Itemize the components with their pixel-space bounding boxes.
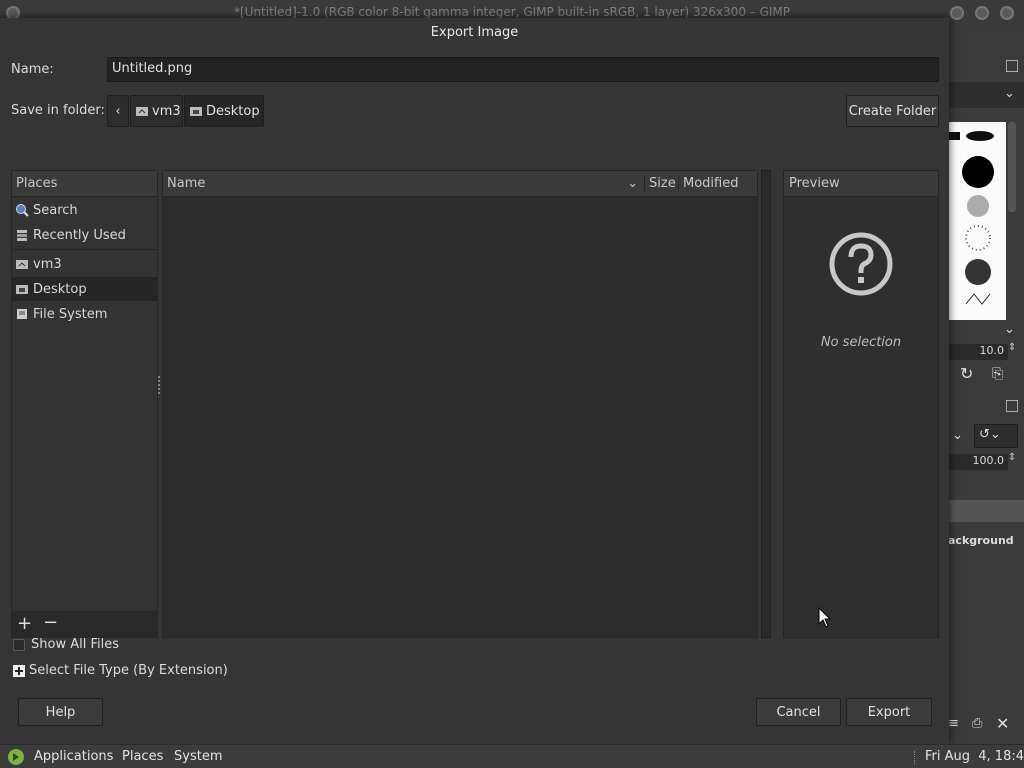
taskbar-separator bbox=[914, 751, 916, 765]
create-folder-button[interactable]: Create Folder bbox=[846, 95, 939, 127]
sidebar-item-label: vm3 bbox=[33, 256, 62, 272]
path-label: vm3 bbox=[152, 103, 181, 119]
sidebar-item-recently-used[interactable]: Recently Used bbox=[12, 223, 157, 247]
column-modified[interactable]: Modified bbox=[679, 176, 757, 191]
dock-config-icon[interactable] bbox=[1006, 400, 1018, 412]
home-folder-icon bbox=[136, 107, 148, 116]
desktop-folder-icon bbox=[16, 285, 28, 294]
filename-input[interactable]: Untitled.png bbox=[107, 57, 939, 82]
layer-name[interactable]: ackground bbox=[948, 534, 1014, 547]
maximize-button[interactable] bbox=[975, 6, 989, 20]
save-in-folder-label: Save in folder: bbox=[11, 103, 105, 118]
remove-bookmark-button[interactable]: − bbox=[43, 612, 58, 633]
spin-arrows-icon[interactable]: ⇕ bbox=[1008, 452, 1016, 463]
chevron-down-icon[interactable]: ⌄ bbox=[1004, 322, 1015, 337]
places-toolbar: + − bbox=[12, 611, 157, 637]
file-list-scrollbar[interactable] bbox=[761, 170, 771, 638]
system-menu[interactable]: System bbox=[174, 749, 222, 764]
layer-list-icon[interactable]: ≡ bbox=[948, 716, 959, 731]
brush-selector[interactable]: ⌄ bbox=[948, 82, 1024, 108]
chevron-left-icon: ‹ bbox=[115, 103, 121, 119]
expander-plus-icon bbox=[13, 664, 25, 677]
applications-menu-icon bbox=[8, 749, 24, 765]
show-all-files-checkbox[interactable] bbox=[13, 638, 25, 651]
refresh-icon[interactable]: ↻ bbox=[960, 364, 973, 383]
sort-arrow-icon: ⌄ bbox=[627, 176, 638, 191]
taskbar: Applications Places System Fri Aug 4, 18… bbox=[0, 744, 1024, 768]
preview-empty-text: No selection bbox=[820, 335, 902, 350]
question-mark-icon bbox=[829, 232, 893, 296]
sidebar-item-label: Desktop bbox=[33, 281, 87, 297]
places-separator bbox=[12, 249, 157, 250]
preview-pane: Preview No selection bbox=[783, 170, 939, 638]
places-menu[interactable]: Places bbox=[122, 749, 163, 764]
layer-header bbox=[948, 500, 1024, 522]
sidebar-item-vm3[interactable]: vm3 bbox=[12, 252, 157, 276]
export-image-dialog: Export Image Name: Untitled.png Save in … bbox=[0, 18, 949, 744]
export-button[interactable]: Export bbox=[846, 698, 932, 726]
open-as-image-icon[interactable]: ⎘ bbox=[992, 366, 1003, 382]
search-icon bbox=[16, 204, 29, 217]
dialog-title: Export Image bbox=[430, 25, 519, 40]
path-back-button[interactable]: ‹ bbox=[107, 95, 129, 127]
column-size[interactable]: Size bbox=[645, 176, 679, 191]
sidebar-item-desktop[interactable]: Desktop bbox=[12, 277, 157, 301]
chevron-down-icon: ⌄ bbox=[1004, 86, 1015, 101]
select-file-type-label: Select File Type (By Extension) bbox=[29, 663, 228, 678]
close-window-button[interactable] bbox=[1000, 6, 1014, 20]
brush-grid[interactable] bbox=[948, 122, 1006, 320]
sidebar-item-label: Search bbox=[33, 202, 78, 218]
file-list-header: Name ⌄ Size Modified bbox=[163, 171, 757, 197]
sidebar-item-label: Recently Used bbox=[33, 227, 126, 243]
places-header: Places bbox=[12, 171, 157, 197]
cancel-button[interactable]: Cancel bbox=[756, 698, 841, 726]
sidebar-item-search[interactable]: Search bbox=[12, 198, 157, 222]
help-button[interactable]: Help bbox=[18, 698, 103, 726]
gimp-window-title: *[Untitled]-1.0 (RGB color 8-bit gamma i… bbox=[233, 5, 791, 19]
path-label: Desktop bbox=[206, 103, 260, 119]
clock[interactable]: Fri Aug 4, 18:40 bbox=[925, 749, 1024, 764]
add-bookmark-button[interactable]: + bbox=[17, 613, 32, 634]
applications-menu[interactable]: Applications bbox=[34, 749, 113, 764]
home-folder-icon bbox=[16, 260, 28, 269]
name-label: Name: bbox=[11, 62, 54, 77]
opacity-field[interactable]: 100.0 bbox=[948, 454, 1008, 470]
delete-icon[interactable]: ✕ bbox=[996, 714, 1009, 733]
column-name[interactable]: Name ⌄ bbox=[163, 176, 645, 191]
show-all-files-option[interactable]: Show All Files bbox=[13, 637, 119, 652]
sidebar-item-label: File System bbox=[33, 306, 108, 322]
column-name-label: Name bbox=[167, 176, 206, 191]
drive-icon bbox=[17, 309, 27, 319]
minimize-button[interactable] bbox=[950, 6, 964, 20]
brush-size-field[interactable]: 10.0 bbox=[948, 344, 1008, 360]
sidebar-item-file-system[interactable]: File System bbox=[12, 302, 157, 326]
mouse-cursor-icon bbox=[818, 607, 832, 628]
spin-arrows-icon[interactable]: ⇕ bbox=[1008, 342, 1016, 353]
select-file-type-expander[interactable]: Select File Type (By Extension) bbox=[13, 663, 228, 678]
show-all-files-label: Show All Files bbox=[31, 637, 119, 652]
path-button-vm3[interactable]: vm3 bbox=[130, 95, 183, 127]
reset-icon: ↺⌄ bbox=[979, 427, 1001, 442]
preview-header: Preview bbox=[784, 171, 938, 197]
mode-reset-button[interactable]: ↺⌄ bbox=[974, 424, 1018, 448]
chevron-down-icon[interactable]: ⌄ bbox=[952, 428, 963, 443]
brush-scrollbar[interactable] bbox=[1008, 122, 1016, 212]
brush-preview-icons bbox=[948, 131, 994, 305]
path-button-desktop[interactable]: Desktop bbox=[184, 95, 264, 127]
places-sidebar: Places Search Recently Used vm3 Desktop … bbox=[11, 170, 158, 638]
dock-config-icon[interactable] bbox=[1006, 60, 1018, 72]
file-list[interactable]: Name ⌄ Size Modified bbox=[162, 170, 758, 638]
recent-icon bbox=[17, 230, 27, 241]
gimp-right-dock: ⌄ ⌄ 10.0 ⇕ ↻ ⎘ ⌄ ↺⌄ 100.0 ⇕ ackground ≡ … bbox=[948, 26, 1024, 744]
save-icon[interactable]: ⎙ bbox=[972, 716, 982, 731]
desktop-folder-icon bbox=[190, 107, 202, 116]
